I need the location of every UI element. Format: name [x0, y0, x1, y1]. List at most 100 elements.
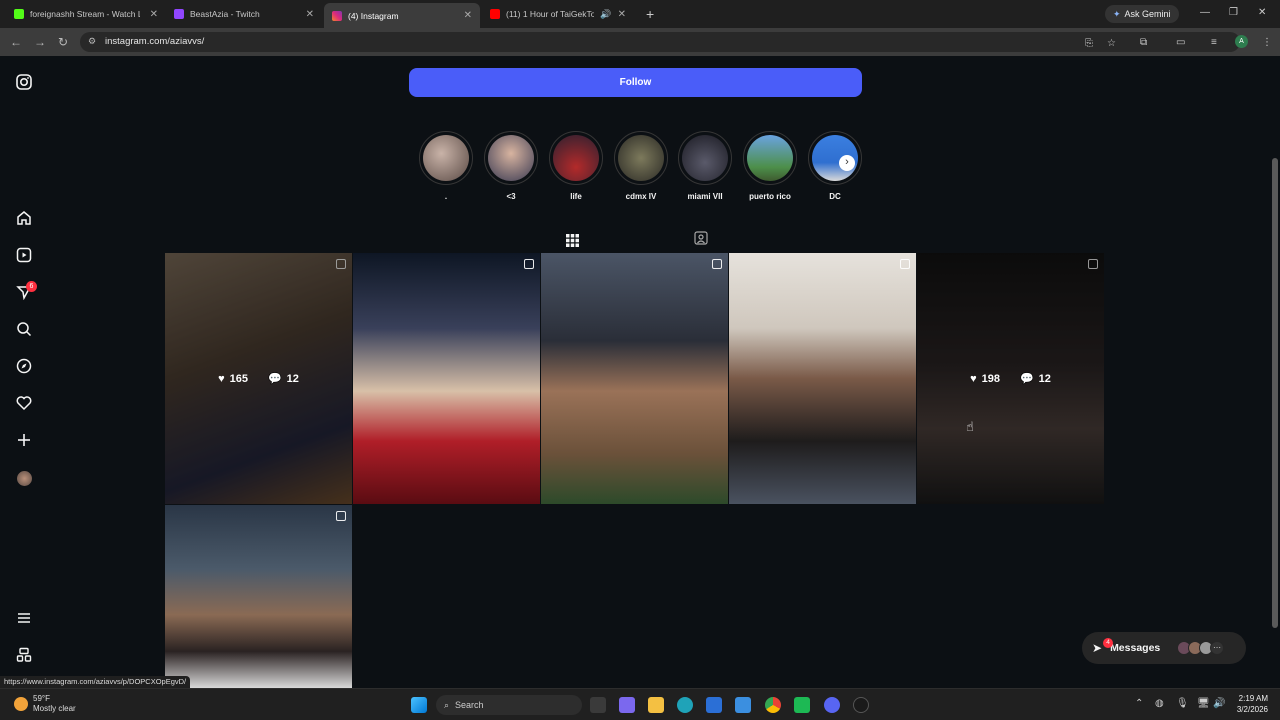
url-text[interactable]: instagram.com/aziavvs/	[105, 36, 204, 47]
grid-icon	[565, 234, 579, 247]
tab-twitch[interactable]: BeastAzia - Twitch ✕	[166, 3, 322, 25]
twitch-icon	[174, 9, 184, 19]
profile-avatar[interactable]: A	[1235, 35, 1248, 48]
highlight-cover	[553, 135, 599, 181]
highlight-item[interactable]: miami VII	[677, 131, 733, 201]
more-menu-icon[interactable]	[15, 609, 33, 627]
tab-title: (11) 1 Hour of TaiGekTou pe	[506, 9, 595, 19]
outlook-icon[interactable]	[735, 697, 751, 713]
install-app-icon[interactable]: ⎘	[1085, 38, 1093, 49]
highlight-item[interactable]: .	[418, 131, 474, 201]
tab-tagged[interactable]	[691, 228, 711, 248]
site-info-icon[interactable]: ⚙	[88, 36, 96, 47]
new-tab-button[interactable]: +	[646, 6, 654, 22]
forward-icon[interactable]: →	[34, 35, 46, 49]
windows-taskbar: 59°F Mostly clear ⌕ Search ⌃ ◍ 🎙 🖥 🔊 2:1…	[0, 688, 1280, 720]
discord-icon[interactable]	[824, 697, 840, 713]
edge-icon[interactable]	[677, 697, 693, 713]
ask-gemini-label: Ask Gemini	[1124, 9, 1171, 19]
chevron-up-icon[interactable]: ⌃	[1135, 698, 1143, 709]
tab-kick[interactable]: foreignashh Stream - Watch Liv ✕	[6, 3, 166, 25]
close-icon[interactable]: ✕	[150, 9, 158, 20]
extensions-icon[interactable]: ⧉	[1140, 37, 1147, 48]
heart-notifications-icon[interactable]	[15, 394, 33, 412]
tab-youtube[interactable]: (11) 1 Hour of TaiGekTou pe 🔊 ✕	[482, 3, 634, 25]
messenger-icon: ➤	[1092, 641, 1103, 655]
browser-tab-bar: foreignashh Stream - Watch Liv ✕ BeastAz…	[0, 0, 1280, 28]
microphone-icon[interactable]: 🎙	[1176, 698, 1189, 709]
post-hover-overlay: ♥ 198 💬 12	[917, 253, 1104, 504]
windows-start-icon[interactable]	[411, 697, 427, 713]
profile-avatar[interactable]	[15, 469, 33, 487]
copilot-icon[interactable]	[619, 697, 635, 713]
back-icon[interactable]: ←	[10, 35, 22, 49]
window-close-icon[interactable]: ✕	[1258, 7, 1266, 18]
also-from-meta-icon[interactable]	[15, 646, 33, 664]
comments-count: 12	[286, 372, 299, 385]
post-tile[interactable]: ♥ 198 💬 12	[917, 253, 1104, 504]
volume-icon[interactable]: 🔊	[1213, 698, 1225, 709]
highlight-item[interactable]: DC	[807, 131, 863, 201]
omnibox[interactable]: ⚙ instagram.com/aziavvs/ ⎘ ☆	[80, 32, 1240, 52]
create-plus-icon[interactable]	[15, 431, 33, 449]
steam-icon[interactable]	[853, 697, 869, 713]
weather-widget[interactable]: 59°F Mostly clear	[14, 694, 76, 714]
post-image	[541, 253, 728, 504]
post-tile[interactable]	[165, 505, 352, 688]
explore-compass-icon[interactable]	[15, 357, 33, 375]
chrome-icon[interactable]	[765, 697, 781, 713]
carousel-icon	[900, 259, 910, 269]
carousel-icon	[524, 259, 534, 269]
scrollbar-thumb[interactable]	[1272, 158, 1278, 628]
reels-icon[interactable]	[15, 246, 33, 264]
highlight-item[interactable]: cdmx IV	[613, 131, 669, 201]
highlight-label: DC	[829, 192, 841, 201]
tab-instagram[interactable]: (4) Instagram ✕	[324, 3, 480, 28]
post-tile[interactable]: ♥ 165 💬 12	[165, 253, 352, 504]
cursor-hand-icon: ☝	[966, 419, 974, 434]
network-icon[interactable]: 🖥	[1197, 698, 1210, 709]
task-view-icon[interactable]	[590, 697, 606, 713]
restore-icon[interactable]: ❐	[1229, 7, 1238, 18]
menu-kebab-icon[interactable]: ⋮	[1262, 37, 1272, 48]
close-icon[interactable]: ✕	[464, 10, 472, 21]
highlight-label: <3	[506, 192, 516, 201]
highlight-item[interactable]: <3	[483, 131, 539, 201]
bookmark-star-icon[interactable]: ☆	[1107, 38, 1116, 49]
post-hover-overlay: ♥ 165 💬 12	[165, 253, 352, 504]
app-icon[interactable]	[794, 697, 810, 713]
highlight-cover	[747, 135, 793, 181]
page-scrollbar[interactable]	[1270, 56, 1280, 688]
highlight-item[interactable]: puerto rico	[742, 131, 798, 201]
ask-gemini-button[interactable]: ✦ Ask Gemini	[1105, 5, 1179, 23]
messages-badge: 4	[1103, 638, 1113, 648]
highlight-label: life	[570, 192, 582, 201]
media-icon[interactable]: ≡	[1211, 37, 1217, 48]
system-clock[interactable]: 2:19 AM 3/2/2026	[1232, 693, 1268, 715]
minimize-icon[interactable]: —	[1200, 7, 1210, 18]
weather-icon	[14, 697, 28, 711]
speaker-icon[interactable]: 🔊	[600, 9, 611, 20]
post-tile[interactable]	[541, 253, 728, 504]
search-icon: ⌕	[444, 699, 450, 710]
instagram-logo-icon[interactable]	[15, 73, 33, 91]
reload-icon[interactable]: ↻	[58, 35, 68, 49]
tray-app-icon[interactable]: ◍	[1155, 698, 1164, 709]
highlight-cover	[682, 135, 728, 181]
tab-title: BeastAzia - Twitch	[190, 9, 260, 19]
home-icon[interactable]	[15, 209, 33, 227]
store-icon[interactable]	[706, 697, 722, 713]
file-explorer-icon[interactable]	[648, 697, 664, 713]
highlight-item[interactable]: life	[548, 131, 604, 201]
search-icon[interactable]	[15, 320, 33, 338]
post-tile[interactable]	[353, 253, 540, 504]
chevron-right-icon[interactable]: ›	[839, 155, 855, 171]
close-icon[interactable]: ✕	[618, 9, 626, 20]
tab-posts-grid[interactable]	[559, 228, 585, 254]
sidepanel-icon[interactable]: ▭	[1176, 37, 1185, 48]
follow-button[interactable]: Follow	[409, 68, 862, 97]
close-icon[interactable]: ✕	[306, 9, 314, 20]
taskbar-search[interactable]: ⌕ Search	[436, 695, 582, 715]
instagram-sidebar	[0, 56, 50, 688]
post-tile[interactable]	[729, 253, 916, 504]
